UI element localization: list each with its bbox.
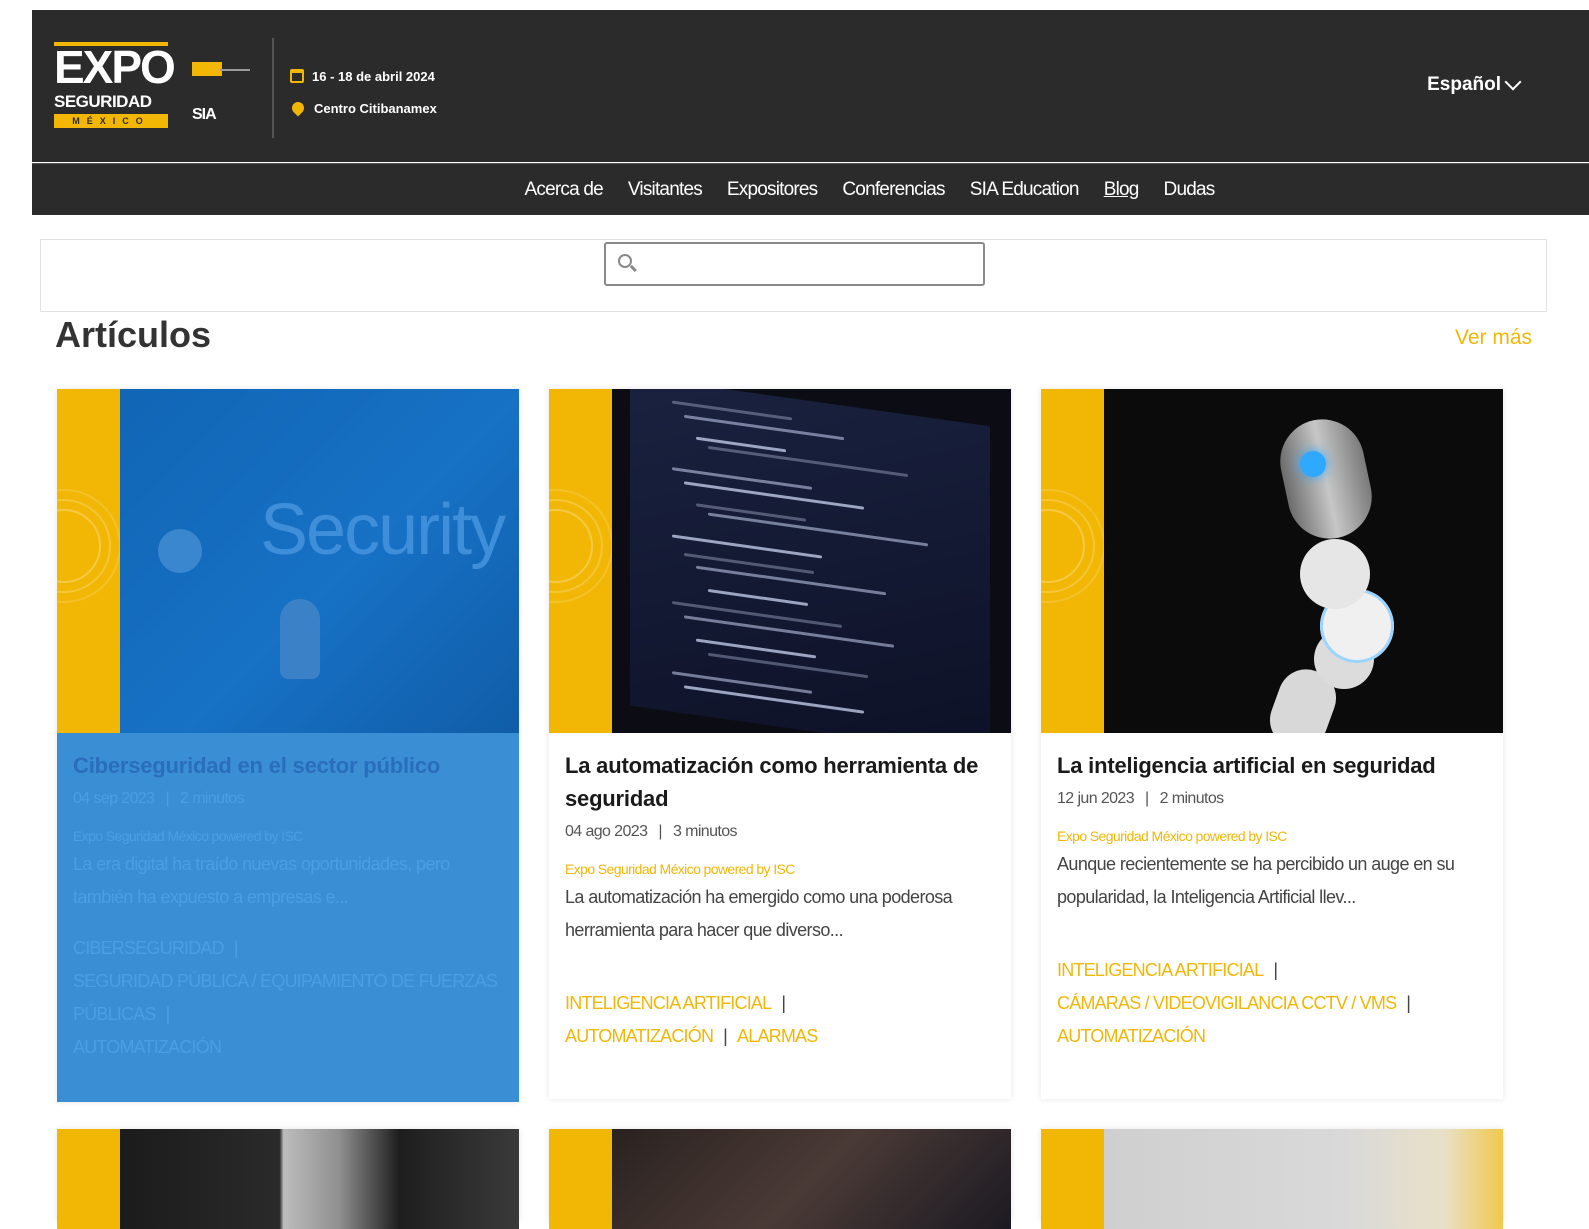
search-field[interactable]: [604, 242, 985, 286]
nav-list: Acerca de Visitantes Expositores Conferenci…: [32, 164, 1589, 215]
article-meta: 12 jun 2023 | 2 minutos: [1057, 790, 1225, 807]
stripe-waves: [549, 509, 593, 583]
isc-logo: [192, 62, 222, 76]
card-accent-stripe: [549, 1129, 612, 1229]
article-author: Expo Seguridad México powered by ISC: [73, 828, 303, 844]
article-title[interactable]: Ciberseguridad en el sector público: [73, 749, 503, 782]
article-photo: [1104, 1129, 1503, 1229]
article-meta: 04 ago 2023 | 3 minutos: [565, 823, 738, 840]
article-excerpt: Aunque recientemente se ha percibido un …: [1057, 854, 1455, 907]
event-dates-row: 16 - 18 de abril 2024: [290, 60, 437, 92]
article-body: La automatización como herramienta de se…: [549, 733, 1011, 1053]
article-card[interactable]: [1041, 1129, 1503, 1229]
robot-joint: [1300, 539, 1370, 609]
article-card[interactable]: La automatización como herramienta de se…: [549, 389, 1011, 1099]
article-date: 04 sep 2023: [73, 790, 155, 807]
article-image[interactable]: [1041, 1129, 1503, 1229]
language-label: Español: [1427, 74, 1501, 95]
event-info: 16 - 18 de abril 2024 Centro Citibanamex: [289, 60, 437, 124]
nav-item-expositores[interactable]: Expositores: [727, 179, 818, 201]
sia-logo: SIA: [192, 106, 217, 123]
article-card[interactable]: La inteligencia artificial en seguridad …: [1041, 389, 1503, 1099]
article-author: Expo Seguridad México powered by ISC: [1057, 828, 1287, 844]
chevron-down-icon: [1504, 73, 1522, 91]
card-accent-stripe: [1041, 1129, 1104, 1229]
article-card[interactable]: [57, 1129, 519, 1229]
site-header: EXPO SEGURIDAD MÉXICO SIA 16 - 18 de abr…: [32, 10, 1589, 162]
partner-logos: SIA: [192, 48, 254, 138]
robot-camera-photo: [1104, 389, 1503, 733]
tag-link[interactable]: AUTOMATIZACIÓN: [73, 1037, 222, 1057]
nav-item-acerca-de[interactable]: Acerca de: [525, 179, 604, 201]
event-venue: Centro Citibanamex: [314, 100, 437, 116]
tag-link[interactable]: CÁMARAS / VIDEOVIGILANCIA CCTV / VMS: [1057, 993, 1397, 1013]
article-card[interactable]: Security Ciberseguridad en el sector púb…: [57, 389, 519, 1102]
article-photo: [120, 1129, 519, 1229]
nav-item-blog[interactable]: Blog: [1104, 179, 1140, 201]
tag-link[interactable]: ALARMAS: [737, 1026, 818, 1046]
article-body: La inteligencia artificial en seguridad …: [1041, 733, 1503, 1053]
code-screen-photo: [612, 389, 1011, 733]
nav-item-visitantes[interactable]: Visitantes: [628, 179, 703, 201]
expo-seguridad-logo[interactable]: EXPO SEGURIDAD MÉXICO: [54, 41, 176, 132]
card-accent-stripe: [1041, 389, 1104, 733]
article-card[interactable]: [549, 1129, 1011, 1229]
calendar-icon: [290, 69, 304, 83]
language-selector[interactable]: Español: [1427, 73, 1522, 96]
logo-text-country: MÉXICO: [54, 114, 168, 128]
nav-item-conferencias[interactable]: Conferencias: [842, 179, 945, 201]
location-pin-icon: [289, 99, 307, 117]
card-accent-stripe: [57, 1129, 120, 1229]
section-title: Artículos: [55, 314, 212, 355]
selection-overlay: [120, 389, 519, 733]
article-excerpt: La era digital ha traído nuevas oportuni…: [73, 854, 450, 907]
article-tags: INTELIGENCIA ARTIFICIAL | CÁMARAS / VIDEO…: [1057, 960, 1411, 1046]
article-image[interactable]: [549, 1129, 1011, 1229]
search-area: [40, 239, 1547, 312]
card-accent-stripe: [57, 389, 120, 733]
article-title[interactable]: La automatización como herramienta de se…: [565, 749, 995, 815]
article-date: 04 ago 2023: [565, 823, 648, 840]
card-accent-stripe: [549, 389, 612, 733]
tag-link[interactable]: AUTOMATIZACIÓN: [565, 1026, 714, 1046]
ver-mas-link[interactable]: Ver más: [1455, 326, 1532, 350]
logo-text-sub: SEGURIDAD: [54, 92, 152, 111]
article-excerpt: La automatización ha emergido como una p…: [565, 887, 953, 940]
article-tags: CIBERSEGURIDAD | SEGURIDAD PÚBLICA / EQUI…: [73, 938, 498, 1057]
search-input[interactable]: [650, 254, 974, 274]
article-author: Expo Seguridad México powered by ISC: [565, 861, 795, 877]
tag-link[interactable]: INTELIGENCIA ARTIFICIAL: [1057, 960, 1264, 980]
article-read-time: 3 minutos: [672, 823, 738, 840]
article-date: 12 jun 2023: [1057, 790, 1135, 807]
article-photo: [612, 1129, 1011, 1229]
nav-item-sia-education[interactable]: SIA Education: [970, 179, 1080, 201]
main-nav: Acerca de Visitantes Expositores Conferenci…: [32, 163, 1589, 215]
article-read-time: 2 minutos: [1159, 790, 1225, 807]
article-image[interactable]: [57, 1129, 519, 1229]
robot-head: [1272, 411, 1380, 547]
article-meta: 04 sep 2023 | 2 minutos: [73, 790, 245, 807]
monitor-screen: [630, 389, 990, 733]
nav-item-dudas[interactable]: Dudas: [1164, 179, 1216, 201]
article-body: Ciberseguridad en el sector público 04 s…: [57, 733, 519, 1102]
tag-link[interactable]: SEGURIDAD PÚBLICA / EQUIPAMIENTO DE FUER…: [73, 971, 498, 1024]
article-image[interactable]: [1041, 389, 1503, 733]
tag-link[interactable]: AUTOMATIZACIÓN: [1057, 1026, 1206, 1046]
tag-link[interactable]: INTELIGENCIA ARTIFICIAL: [565, 993, 772, 1013]
event-venue-row: Centro Citibanamex: [289, 92, 437, 124]
logo-text-main: EXPO: [54, 41, 176, 93]
stripe-waves: [57, 509, 101, 583]
isc-logo-line: [220, 69, 250, 71]
article-read-time: 2 minutos: [180, 790, 245, 807]
tag-link[interactable]: CIBERSEGURIDAD: [73, 938, 225, 958]
article-image[interactable]: [549, 389, 1011, 733]
article-tags: INTELIGENCIA ARTIFICIAL | AUTOMATIZACIÓN |…: [565, 993, 818, 1046]
search-icon: [618, 254, 632, 268]
event-dates: 16 - 18 de abril 2024: [312, 68, 435, 84]
article-title[interactable]: La inteligencia artificial en seguridad: [1057, 749, 1487, 782]
robot-lens: [1300, 451, 1326, 477]
header-divider: [272, 38, 274, 138]
article-image[interactable]: Security: [57, 389, 519, 733]
stripe-waves: [1041, 509, 1085, 583]
